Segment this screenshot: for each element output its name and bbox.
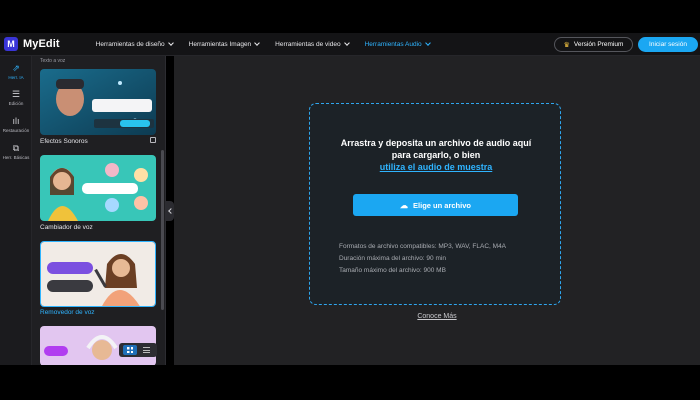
tool-card-sound-effects[interactable] xyxy=(40,69,156,135)
choose-file-label: Elige un archivo xyxy=(413,200,471,210)
drop-title-line2: para cargarlo, o bien xyxy=(391,150,481,160)
nav-item-label: Herramientas Imagen xyxy=(188,40,252,48)
sample-audio-link[interactable]: utiliza el audio de muestra xyxy=(310,161,562,173)
nav-item-label: Herramientas de video xyxy=(275,40,341,48)
waveform-icon: ılı xyxy=(12,116,20,126)
list-icon xyxy=(142,347,150,353)
tool-panel: Texto a voz Efectos Sonoros Cambiador de… xyxy=(32,56,166,365)
premium-label: Versión Premium xyxy=(573,41,624,48)
chevron-down-icon xyxy=(254,40,261,46)
sliders-icon: ☰ xyxy=(11,89,21,99)
nav-item-label: Herramientas de diseño xyxy=(95,40,165,48)
chevron-left-icon xyxy=(168,208,174,214)
nav-item-video-tools[interactable]: Herramientas de video xyxy=(275,40,350,48)
nav-item-image-tools[interactable]: Herramientas Imagen xyxy=(188,40,261,48)
external-link-icon[interactable] xyxy=(150,137,156,143)
tool-card-voice-changer[interactable] xyxy=(40,155,156,221)
grid-view-button[interactable] xyxy=(123,345,137,355)
nav-item-label: Herramientas Audio xyxy=(364,40,422,48)
letterbox-bottom xyxy=(0,365,700,400)
learn-more-link[interactable]: Conoce Más xyxy=(174,313,700,320)
rail-item-label: Herr. Básicas xyxy=(2,155,30,160)
app-name: MyEdit xyxy=(23,38,60,50)
premium-version-button[interactable]: ♛ Versión Premium xyxy=(554,37,633,52)
login-button[interactable]: Iniciar sesión xyxy=(638,37,698,52)
chevron-down-icon xyxy=(424,40,431,46)
file-requirements: Formatos de archivo compatibles: MP3, WA… xyxy=(339,241,506,277)
rail-item-basic-tools[interactable]: ⧉ Herr. Básicas xyxy=(0,143,32,160)
tool-category-rail: ⇗ Herr. IA ☰ Edición ılı Restauración ⧉ … xyxy=(0,56,32,365)
myedit-logo-icon: M xyxy=(4,37,18,51)
collapse-panel-button[interactable] xyxy=(166,201,174,221)
supported-formats: Formatos de archivo compatibles: MP3, WA… xyxy=(339,243,507,250)
chevron-down-icon xyxy=(167,40,174,46)
tool-card-label: Cambiador de voz xyxy=(40,224,93,231)
tool-card-label: Removedor de voz xyxy=(40,309,95,316)
max-duration: Duración máxima del archivo: 90 min xyxy=(339,255,446,262)
voice-remover-thumbnail xyxy=(41,242,155,306)
sound-effects-thumbnail xyxy=(40,69,156,135)
cloud-upload-icon: ☁ xyxy=(400,200,409,210)
rail-item-ai-tools[interactable]: ⇗ Herr. IA xyxy=(0,63,32,80)
list-view-button[interactable] xyxy=(139,345,153,355)
crown-icon: ♛ xyxy=(563,41,570,49)
panel-scrollbar[interactable] xyxy=(161,150,164,310)
voice-changer-thumbnail xyxy=(40,155,156,221)
drop-instructions: Arrastra y deposita un archivo de audio … xyxy=(310,137,562,173)
nav-item-design-tools[interactable]: Herramientas de diseño xyxy=(95,40,174,48)
view-mode-toggle xyxy=(119,343,157,357)
partially-hidden-label: Texto a voz xyxy=(40,58,66,64)
max-size: Tamaño máximo del archivo: 900 MB xyxy=(339,267,446,274)
nav-item-audio-tools[interactable]: Herramientas Audio xyxy=(364,40,431,48)
nav-menu: Herramientas de diseño Herramientas Imag… xyxy=(95,40,446,48)
main-workspace: Arrastra y deposita un archivo de audio … xyxy=(174,56,700,365)
rail-item-label: Edición xyxy=(8,101,24,106)
letterbox-top xyxy=(0,0,700,33)
grid-icon xyxy=(127,347,133,353)
drop-title-line1: Arrastra y deposita un archivo de audio … xyxy=(340,138,532,148)
tool-card-voice-remover[interactable] xyxy=(40,241,156,307)
app-logo[interactable]: M MyEdit xyxy=(4,37,60,51)
rail-item-editing[interactable]: ☰ Edición xyxy=(0,89,32,106)
rail-item-label: Herr. IA xyxy=(8,75,24,80)
top-navbar: M MyEdit Herramientas de diseño Herramie… xyxy=(0,33,700,56)
magic-wand-icon: ⇗ xyxy=(12,63,20,73)
audio-drop-zone[interactable]: Arrastra y deposita un archivo de audio … xyxy=(309,103,561,305)
rail-item-restoration[interactable]: ılı Restauración xyxy=(0,116,32,133)
rail-item-label: Restauración xyxy=(2,128,30,133)
choose-file-button[interactable]: ☁ Elige un archivo xyxy=(353,194,518,216)
tool-card-label: Efectos Sonoros xyxy=(40,138,88,145)
copy-icon: ⧉ xyxy=(12,143,20,153)
chevron-down-icon xyxy=(343,40,350,46)
